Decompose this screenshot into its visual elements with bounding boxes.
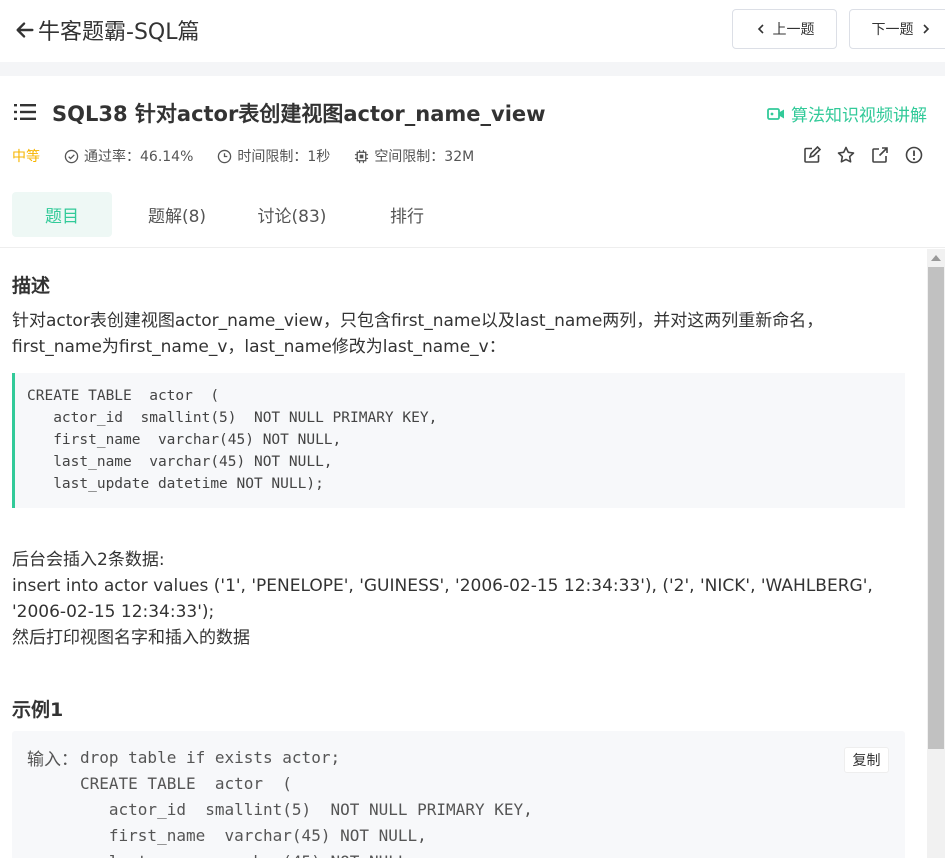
arrow-left-icon: [16, 22, 34, 38]
space-limit-text: 空间限制：32M: [374, 149, 475, 165]
next-question-button[interactable]: 下一题: [849, 9, 945, 49]
schema-code: CREATE TABLE actor ( actor_id smallint(5…: [27, 388, 438, 492]
share-icon[interactable]: [871, 146, 889, 164]
pass-rate: 通过率：46.14%: [64, 146, 193, 166]
description-heading: 描述: [12, 275, 51, 297]
space-limit: 空间限制：32M: [354, 146, 474, 166]
tab-problem[interactable]: 题目: [12, 192, 112, 237]
description-text: 针对actor表创建视图actor_name_view，只包含first_nam…: [12, 311, 824, 357]
check-circle-icon: [64, 149, 79, 163]
tab-discussion[interactable]: 讨论(83): [242, 192, 342, 237]
print-note: 然后打印视图名字和插入的数据: [12, 628, 250, 648]
prev-question-label: 上一题: [772, 22, 815, 38]
question-tabs: 题目 题解(8) 讨论(83) 排行: [12, 192, 472, 237]
clock-icon: [218, 149, 232, 163]
insert-note: 后台会插入2条数据:: [12, 550, 165, 570]
problem-content: 描述 针对actor表创建视图actor_name_view，只包含first_…: [0, 249, 927, 858]
video-explanation-label: 算法知识视频讲解: [791, 106, 927, 126]
header-divider: [0, 62, 945, 76]
copy-button[interactable]: 复制: [844, 747, 889, 773]
video-icon: [767, 107, 784, 120]
edit-icon[interactable]: [803, 146, 821, 164]
chevron-left-icon: [757, 24, 764, 34]
star-icon[interactable]: [837, 146, 855, 164]
pass-rate-text: 通过率：46.14%: [84, 149, 194, 165]
example-input-code: drop table if exists actor; CREATE TABLE…: [80, 748, 533, 858]
top-bar: 牛客题霸-SQL篇 上一题 下一题: [0, 0, 945, 62]
scroll-up-icon[interactable]: [931, 255, 941, 261]
next-question-label: 下一题: [871, 22, 914, 38]
schema-code-block: CREATE TABLE actor ( actor_id smallint(5…: [12, 373, 905, 508]
chevron-right-icon: [922, 24, 929, 34]
question-title: SQL38 针对actor表创建视图actor_name_view: [52, 102, 546, 126]
time-limit: 时间限制：1秒: [217, 146, 330, 166]
scrollbar-thumb[interactable]: [928, 267, 944, 749]
tab-ranking[interactable]: 排行: [342, 192, 472, 237]
difficulty-badge: 中等: [12, 149, 40, 165]
tab-solutions[interactable]: 题解(8): [112, 192, 242, 237]
question-meta: 中等 通过率：46.14% 时间限制：1秒 空间限制：32M: [12, 146, 498, 166]
app-title: 牛客题霸-SQL篇: [38, 20, 200, 45]
example-heading: 示例1: [12, 699, 64, 721]
prev-question-button[interactable]: 上一题: [732, 9, 837, 49]
example-block: 输入： drop table if exists actor; CREATE T…: [12, 731, 905, 858]
content-scrollbar[interactable]: [927, 249, 945, 858]
chip-icon: [355, 149, 369, 163]
insert-statement: insert into actor values ('1', 'PENELOPE…: [12, 576, 873, 622]
question-header: SQL38 针对actor表创建视图actor_name_view 算法知识视频…: [0, 76, 945, 248]
video-explanation-link[interactable]: 算法知识视频讲解: [767, 101, 927, 126]
list-icon[interactable]: [14, 103, 36, 121]
back-link[interactable]: 牛客题霸-SQL篇: [14, 14, 199, 46]
question-tools: [803, 146, 923, 164]
time-limit-text: 时间限制：1秒: [237, 149, 331, 165]
alert-icon[interactable]: [905, 146, 923, 164]
example-input-label: 输入：: [27, 750, 78, 770]
